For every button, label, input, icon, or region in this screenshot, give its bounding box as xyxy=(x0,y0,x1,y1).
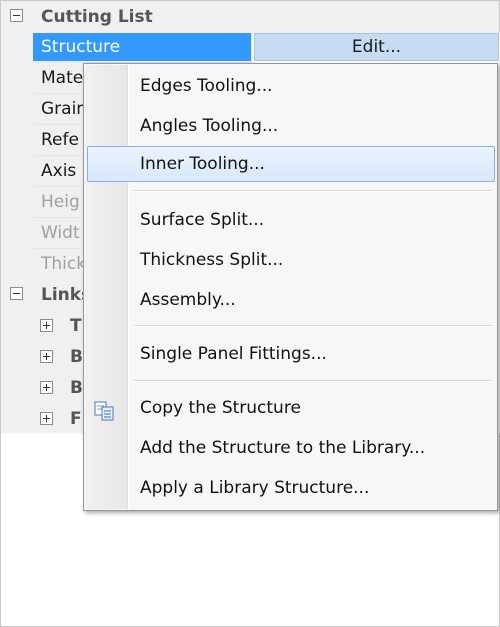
collapse-icon[interactable] xyxy=(10,9,23,22)
subcategory-label: T xyxy=(70,316,82,336)
menu-separator xyxy=(134,190,492,192)
menu-item-label: Add the Structure to the Library... xyxy=(140,438,426,458)
menu-item-copy-structure[interactable]: Copy the Structure xyxy=(87,390,495,426)
property-label: Thick xyxy=(41,254,87,274)
menu-item-single-panel-fittings[interactable]: Single Panel Fittings... xyxy=(87,336,495,372)
property-label: Refe xyxy=(41,130,79,150)
category-label: Cutting List xyxy=(41,7,153,27)
property-row-structure[interactable]: Structure xyxy=(33,33,251,61)
menu-item-inner-tooling[interactable]: Inner Tooling... xyxy=(87,146,495,182)
menu-separator xyxy=(134,380,492,382)
context-menu: Edges Tooling... Angles Tooling... Inner… xyxy=(83,63,498,511)
expand-icon[interactable] xyxy=(40,319,53,332)
expand-icon[interactable] xyxy=(40,412,53,425)
menu-item-label: Assembly... xyxy=(140,290,236,310)
edit-button[interactable]: Edit... xyxy=(254,33,499,61)
menu-item-apply-library-structure[interactable]: Apply a Library Structure... xyxy=(87,470,495,506)
category-cutting-list[interactable]: Cutting List xyxy=(1,2,251,32)
menu-item-label: Inner Tooling... xyxy=(140,154,265,174)
property-label: Axis xyxy=(41,161,77,181)
menu-item-label: Angles Tooling... xyxy=(140,116,279,136)
subcategory-label: F xyxy=(70,409,82,429)
property-label: Widt xyxy=(41,223,80,243)
menu-item-angles-tooling[interactable]: Angles Tooling... xyxy=(87,108,495,144)
property-label: Structure xyxy=(41,37,121,57)
expand-icon[interactable] xyxy=(40,350,53,363)
menu-separator xyxy=(134,325,492,327)
property-label: Mate xyxy=(41,68,84,88)
menu-item-assembly[interactable]: Assembly... xyxy=(87,282,495,318)
property-label: Grair xyxy=(41,99,84,119)
menu-item-thickness-split[interactable]: Thickness Split... xyxy=(87,242,495,278)
collapse-icon[interactable] xyxy=(10,287,23,300)
subcategory-label: B xyxy=(70,347,83,367)
copy-icon xyxy=(92,398,118,421)
menu-item-label: Surface Split... xyxy=(140,210,265,230)
menu-item-label: Edges Tooling... xyxy=(140,76,273,96)
menu-item-label: Apply a Library Structure... xyxy=(140,478,370,498)
menu-item-label: Single Panel Fittings... xyxy=(140,344,327,364)
menu-item-label: Thickness Split... xyxy=(140,250,284,270)
menu-item-label: Copy the Structure xyxy=(140,398,301,418)
menu-item-add-structure-to-library[interactable]: Add the Structure to the Library... xyxy=(87,430,495,466)
property-label: Heig xyxy=(41,192,80,212)
subcategory-label: B xyxy=(70,378,83,398)
expand-icon[interactable] xyxy=(40,381,53,394)
menu-item-surface-split[interactable]: Surface Split... xyxy=(87,202,495,238)
menu-item-edges-tooling[interactable]: Edges Tooling... xyxy=(87,68,495,104)
